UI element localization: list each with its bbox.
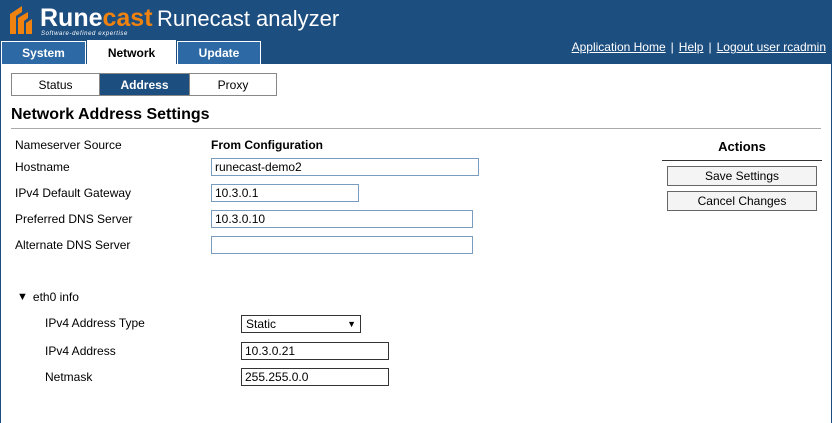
alternate-dns-label: Alternate DNS Server [15, 238, 131, 252]
address-type-label: IPv4 Address Type [45, 316, 145, 330]
main-panel: Status Address Proxy Network Address Set… [0, 64, 832, 423]
top-links: Application Home | Help | Logout user rcadmi… [572, 40, 826, 54]
tab-update[interactable]: Update [177, 41, 261, 64]
hostname-label: Hostname [15, 160, 70, 174]
preferred-dns-label: Preferred DNS Server [15, 212, 133, 226]
hostname-input[interactable] [211, 158, 479, 176]
preferred-dns-input[interactable] [211, 210, 473, 228]
subtab-proxy[interactable]: Proxy [190, 74, 276, 95]
page-title: Network Address Settings [11, 106, 210, 123]
subtab-address[interactable]: Address [100, 74, 190, 95]
app-header: Runecast Software-defined expertise Rune… [0, 0, 832, 65]
address-type-value: Static [246, 317, 277, 331]
logout-link[interactable]: Logout user rcadmin [717, 40, 826, 54]
gateway-input[interactable] [211, 184, 359, 202]
ipv4-address-input[interactable] [241, 342, 389, 360]
cancel-changes-button[interactable]: Cancel Changes [667, 191, 817, 211]
eth0-info-toggle[interactable]: ▼ eth0 info [17, 290, 79, 304]
app-title: Runecast analyzer [157, 6, 340, 31]
help-link[interactable]: Help [679, 40, 704, 54]
subtabs: Status Address Proxy [11, 73, 277, 96]
nameserver-source-label: Nameserver Source [15, 138, 122, 152]
nameserver-source-value: From Configuration [211, 138, 323, 152]
gateway-label: IPv4 Default Gateway [15, 186, 132, 200]
brand-tagline: Software-defined expertise [41, 31, 128, 37]
eth0-info-label: eth0 info [32, 290, 79, 304]
actions-title: Actions [662, 139, 822, 161]
netmask-input[interactable] [241, 368, 389, 386]
title-divider [11, 128, 821, 129]
runecast-logo-icon [10, 6, 32, 34]
application-home-link[interactable]: Application Home [572, 40, 666, 54]
address-type-select[interactable]: Static ▼ [241, 315, 361, 333]
ipv4-address-label: IPv4 Address [45, 344, 116, 358]
netmask-label: Netmask [45, 370, 93, 384]
collapse-triangle-icon: ▼ [17, 291, 28, 303]
subtab-status[interactable]: Status [12, 74, 100, 95]
brand-name: Runecast [40, 4, 153, 32]
dropdown-arrow-icon: ▼ [347, 319, 356, 329]
save-settings-button[interactable]: Save Settings [667, 166, 817, 186]
tab-network[interactable]: Network [87, 40, 176, 65]
link-separator: | [670, 40, 674, 54]
tab-system[interactable]: System [1, 41, 86, 64]
alternate-dns-input[interactable] [211, 236, 473, 254]
link-separator: | [708, 40, 712, 54]
